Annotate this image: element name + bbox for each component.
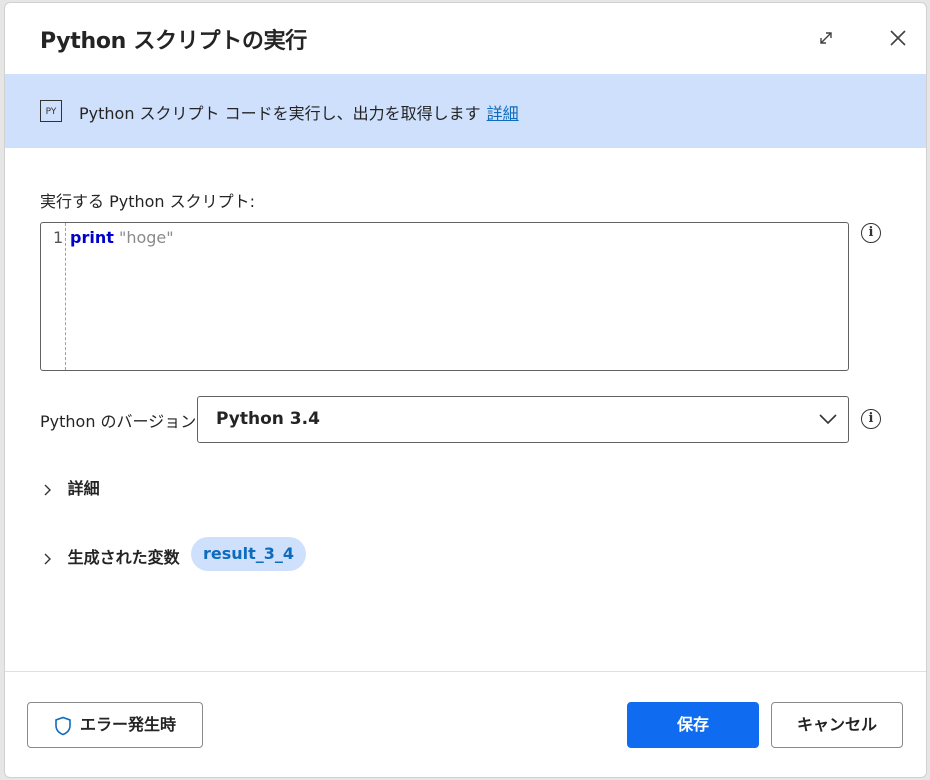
variables-label: 生成された変数 bbox=[67, 548, 180, 567]
close-icon[interactable] bbox=[885, 25, 911, 51]
variables-expander[interactable]: 生成された変数 bbox=[40, 544, 180, 568]
version-label: Python のバージョン: bbox=[40, 412, 202, 431]
expand-icon[interactable] bbox=[813, 25, 839, 51]
chevron-right-icon bbox=[44, 484, 51, 495]
banner-description: Python スクリプト コードを実行し、出力を取得します bbox=[79, 104, 481, 123]
info-banner: PY Python スクリプト コードを実行し、出力を取得します 詳細 bbox=[5, 74, 926, 148]
code-keyword: print bbox=[70, 228, 114, 247]
dialog-title: Python スクリプトの実行 bbox=[40, 29, 307, 54]
script-label: 実行する Python スクリプト: bbox=[40, 192, 256, 211]
chevron-down-icon bbox=[819, 414, 837, 425]
on-error-button[interactable]: エラー発生時 bbox=[27, 702, 203, 748]
code-string: "hoge" bbox=[118, 228, 174, 247]
cancel-button[interactable]: キャンセル bbox=[771, 702, 903, 748]
python-file-icon: PY bbox=[40, 100, 62, 122]
line-number: 1 bbox=[53, 228, 64, 247]
dialog: Python スクリプトの実行 PY Python スクリプト コードを実行し、… bbox=[4, 2, 927, 778]
script-editor[interactable]: 1 print "hoge" bbox=[40, 222, 849, 371]
chevron-right-icon bbox=[44, 553, 51, 564]
gutter-divider bbox=[65, 223, 66, 370]
info-icon[interactable]: i bbox=[861, 409, 881, 429]
info-icon[interactable]: i bbox=[861, 223, 881, 243]
shield-icon bbox=[55, 716, 71, 735]
banner-text: Python スクリプト コードを実行し、出力を取得します 詳細 bbox=[79, 100, 519, 124]
on-error-label: エラー発生時 bbox=[79, 715, 176, 734]
python-version-select[interactable]: Python 3.4 bbox=[197, 396, 849, 443]
details-link[interactable]: 詳細 bbox=[487, 104, 519, 123]
code-line: print "hoge" bbox=[70, 228, 174, 247]
version-selected-value: Python 3.4 bbox=[216, 409, 320, 429]
advanced-expander[interactable]: 詳細 bbox=[40, 475, 100, 499]
advanced-label: 詳細 bbox=[67, 479, 100, 498]
variable-chip[interactable]: result_3_4 bbox=[191, 537, 307, 571]
footer-divider bbox=[5, 671, 926, 672]
save-button[interactable]: 保存 bbox=[627, 702, 759, 748]
